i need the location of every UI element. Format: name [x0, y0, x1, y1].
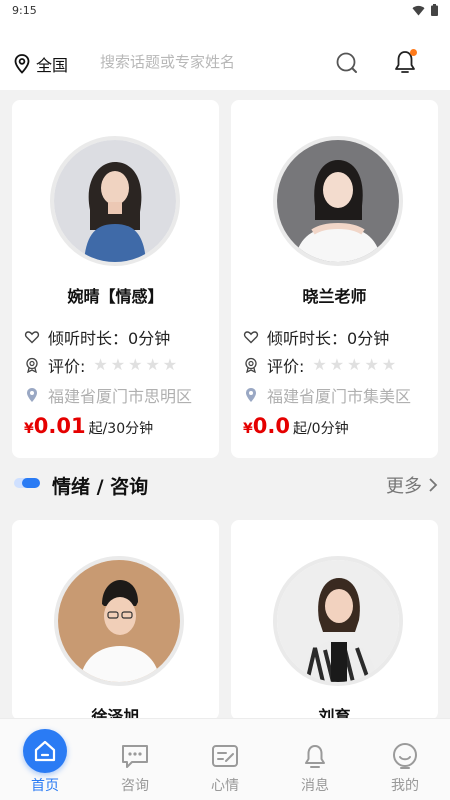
tab-consult[interactable]: 咨询	[90, 719, 180, 800]
price-unit: 起/30分钟	[88, 421, 154, 437]
tab-mood[interactable]: 心情	[180, 719, 270, 800]
listen-value: 0分钟	[347, 329, 390, 348]
expert-card[interactable]: 婉晴【情感】 倾听时长： 0分钟 评价: ★ ★ ★ ★ ★ 福建省厦门市思明区 ¥ 0.…	[12, 100, 219, 458]
avatar-photo	[54, 140, 176, 262]
chevron-right-icon	[429, 478, 438, 492]
tab-label: 心情	[211, 778, 239, 794]
status-icons	[412, 4, 438, 16]
rating-stars: ★ ★ ★ ★ ★	[93, 357, 177, 373]
star-icon: ★	[145, 355, 160, 374]
rating-label: 评价:	[267, 357, 305, 376]
expert-location: 福建省厦门市集美区	[267, 387, 412, 406]
rating-row: 评价: ★ ★ ★ ★ ★	[24, 353, 177, 377]
tab-home[interactable]: 首页	[0, 719, 90, 800]
bell-icon	[305, 745, 325, 768]
expert-avatar	[273, 136, 403, 266]
section-title: 情绪 / 咨询	[52, 476, 149, 498]
expert-card[interactable]: 徐泽旭	[12, 520, 219, 726]
star-icon: ★	[110, 355, 126, 374]
price-row: ¥ 0.01 起/30分钟	[24, 414, 153, 438]
expert-avatar	[54, 556, 184, 686]
profile-icon	[393, 743, 417, 769]
price-unit: 起/0分钟	[292, 421, 349, 437]
star-icon: ★	[347, 355, 362, 374]
home-icon	[34, 740, 56, 762]
search-input[interactable]	[100, 50, 360, 74]
map-pin-icon	[27, 388, 37, 402]
star-icon: ★	[381, 355, 397, 374]
tab-label: 我的	[391, 778, 419, 794]
price-currency: ¥	[24, 421, 34, 437]
section-header: 情绪 / 咨询 更多	[12, 470, 438, 500]
star-icon: ★	[312, 355, 327, 374]
expert-location: 福建省厦门市思明区	[48, 387, 193, 406]
listen-duration-row: 倾听时长： 0分钟	[243, 325, 389, 349]
more-label: 更多	[386, 476, 422, 497]
star-icon: ★	[162, 355, 178, 374]
notification-badge	[410, 49, 417, 56]
search-icon[interactable]	[334, 50, 360, 76]
notification-button[interactable]	[392, 48, 418, 76]
price-amount: 0.0	[252, 414, 290, 438]
listen-value: 0分钟	[128, 329, 171, 348]
rating-stars: ★ ★ ★ ★ ★	[312, 357, 396, 373]
avatar-photo	[277, 140, 399, 262]
expert-avatar	[273, 556, 403, 686]
tab-profile[interactable]: 我的	[360, 719, 450, 800]
rating-row: 评价: ★ ★ ★ ★ ★	[243, 353, 396, 377]
tab-label: 消息	[301, 778, 329, 794]
listen-label: 倾听时长：	[267, 329, 348, 348]
star-icon: ★	[364, 355, 379, 374]
tab-label: 咨询	[121, 778, 149, 794]
location-label: 全国	[36, 56, 69, 75]
location-pin-icon	[14, 54, 30, 74]
rating-badge-icon	[245, 357, 257, 373]
star-icon: ★	[128, 355, 143, 374]
more-link[interactable]: 更多	[386, 472, 438, 498]
listen-label: 倾听时长：	[48, 329, 129, 348]
tab-messages[interactable]: 消息	[270, 719, 360, 800]
avatar-photo	[58, 560, 180, 682]
wifi-icon	[412, 5, 425, 16]
heart-icon	[24, 331, 40, 344]
expert-card[interactable]: 刘育	[231, 520, 438, 726]
rating-badge-icon	[26, 357, 38, 373]
battery-icon	[431, 4, 438, 16]
expert-card[interactable]: 晓兰老师 倾听时长： 0分钟 评价: ★ ★ ★ ★ ★ 福建省厦门市集美区 ¥ 0.0 …	[231, 100, 438, 458]
header: 全国	[0, 22, 450, 90]
location-selector[interactable]: 全国	[14, 52, 68, 76]
status-bar: 9:15	[0, 0, 450, 22]
heart-icon	[243, 331, 259, 344]
expert-name: 晓兰老师	[302, 287, 367, 306]
location-row: 福建省厦门市思明区	[24, 383, 192, 407]
chat-icon	[122, 745, 148, 768]
expert-avatar	[50, 136, 180, 266]
price-currency: ¥	[243, 421, 253, 437]
price-row: ¥ 0.0 起/0分钟	[243, 414, 349, 438]
price-amount: 0.01	[33, 414, 86, 438]
avatar-photo	[277, 560, 399, 682]
location-row: 福建省厦门市集美区	[243, 383, 411, 407]
tab-label: 首页	[31, 778, 59, 794]
section-marker-icon	[14, 478, 40, 488]
expert-name: 婉晴【情感】	[67, 287, 164, 306]
mood-note-icon	[212, 745, 238, 767]
listen-duration-row: 倾听时长： 0分钟	[24, 325, 170, 349]
star-icon: ★	[329, 355, 345, 374]
star-icon: ★	[93, 355, 108, 374]
bottom-tab-bar: 首页 咨询 心情 消息 我的	[0, 718, 450, 800]
status-time: 9:15	[12, 4, 37, 17]
map-pin-icon	[246, 388, 256, 402]
rating-label: 评价:	[48, 357, 86, 376]
